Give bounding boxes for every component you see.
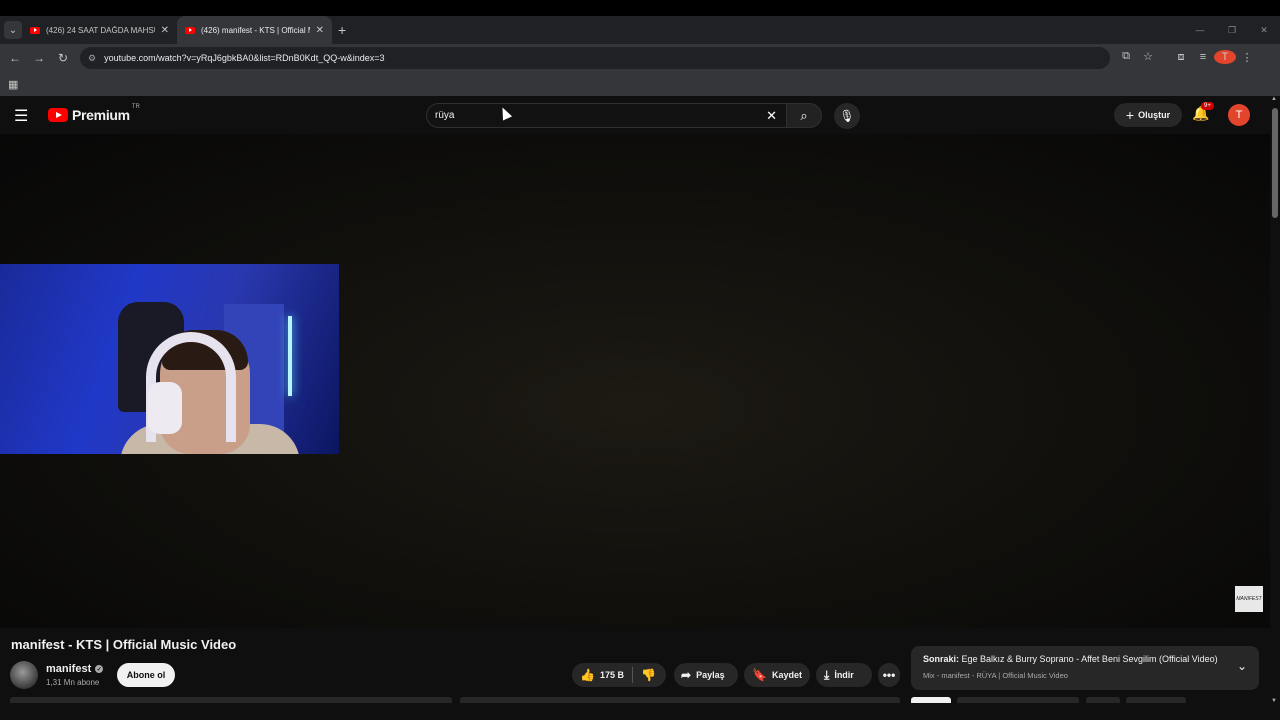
comments-box-edge <box>460 697 900 703</box>
up-next-title: Ege Balkız & Burry Soprano - Affet Beni … <box>961 654 1218 664</box>
share-label: Paylaş <box>696 670 725 680</box>
bookmark-icon: 🔖 <box>752 668 767 682</box>
youtube-favicon-icon <box>30 26 40 34</box>
page-scrollbar[interactable]: ▲ ▼ <box>1270 96 1280 720</box>
led-light-shape <box>288 316 292 396</box>
brand-text: Premium <box>72 107 130 123</box>
chip[interactable] <box>1126 697 1186 703</box>
tab-close-icon[interactable]: ✕ <box>316 25 324 36</box>
up-next-subtitle: Mix - manifest - RÜYA | Official Music V… <box>923 671 1068 680</box>
youtube-header: ☰ Premium TR rüya ✕ ⌕ 🎙 + Oluştur 🔔 9+ T <box>0 96 1270 134</box>
address-bar-row: ← → ↻ ⚙ youtube.com/watch?v=yRqJ6gbkBA0&… <box>0 44 1280 72</box>
like-dislike-group: 👍 175 B 👎 <box>572 663 666 687</box>
download-label: İndir <box>834 670 854 680</box>
scroll-down-icon[interactable]: ▼ <box>1271 698 1277 704</box>
headset-cup-shape <box>148 382 182 434</box>
browser-menu-icon[interactable]: ⋮ <box>1236 51 1258 64</box>
bottom-cut-off-row <box>0 697 1270 703</box>
tab-title: (426) manifest - KTS | Official Music Vi… <box>201 25 310 35</box>
search-button[interactable]: ⌕ <box>786 103 822 128</box>
share-arrow-icon: ➦ <box>681 668 692 682</box>
save-label: Kaydet <box>771 670 802 680</box>
browser-tab-2[interactable]: (426) manifest - KTS | Official Music Vi… <box>177 16 332 44</box>
region-code: TR <box>131 104 140 110</box>
browser-tab-1[interactable]: (426) 24 SAAT DAĞDA MAHSUR ✕ <box>22 16 177 44</box>
like-count[interactable]: 175 B <box>600 670 624 680</box>
create-button[interactable]: + Oluştur <box>1114 103 1182 127</box>
up-next-prefix: Sonraki: <box>923 654 960 664</box>
channel-watermark[interactable]: MANIFEST <box>1235 586 1263 612</box>
chevron-down-icon[interactable]: ⌄ <box>1237 659 1247 673</box>
save-button[interactable]: 🔖 Kaydet <box>744 663 810 687</box>
hamburger-menu-icon[interactable]: ☰ <box>14 106 28 126</box>
notifications-bell-icon[interactable]: 🔔 9+ <box>1192 102 1214 122</box>
chip-all[interactable] <box>911 697 951 703</box>
account-avatar[interactable]: T <box>1228 104 1250 126</box>
search-icon: ⌕ <box>800 107 808 123</box>
verified-check-icon: ✓ <box>95 665 104 673</box>
address-actions: ⧉ ☆ <box>1115 50 1159 63</box>
search-value: rüya <box>435 110 455 121</box>
browser-tab-bar: ⌄ (426) 24 SAAT DAĞDA MAHSUR ✕ (426) man… <box>0 16 1280 44</box>
back-icon[interactable]: ← <box>3 51 27 65</box>
reload-icon[interactable]: ↻ <box>51 51 75 65</box>
youtube-play-logo-icon <box>48 108 68 122</box>
new-tab-icon[interactable]: + <box>338 22 346 38</box>
create-label: Oluştur <box>1138 110 1171 120</box>
subscriber-count: 1,31 Mn abone <box>46 678 100 687</box>
search-input[interactable]: rüya ✕ <box>426 103 788 128</box>
scroll-up-icon[interactable]: ▲ <box>1271 96 1277 102</box>
channel-name-text: manifest <box>46 663 92 675</box>
install-app-icon[interactable]: ⧉ <box>1115 50 1137 63</box>
description-box-edge <box>10 697 452 703</box>
browser-toolbar-right: ⧈ ≡ T ⋮ <box>1170 50 1258 64</box>
tab-title: (426) 24 SAAT DAĞDA MAHSUR <box>46 25 155 35</box>
notification-badge: 9+ <box>1201 102 1214 110</box>
channel-name[interactable]: manifest ✓ <box>46 663 104 675</box>
microphone-icon: 🎙 <box>839 109 855 123</box>
tab-close-icon[interactable]: ✕ <box>161 25 169 36</box>
video-title: manifest - KTS | Official Music Video <box>11 637 237 652</box>
restore-icon[interactable]: ❐ <box>1216 25 1248 36</box>
window-controls: — ❐ ✕ <box>1184 16 1280 44</box>
download-button[interactable]: ⤓ İndir <box>816 663 872 687</box>
voice-search-button[interactable]: 🎙 <box>834 103 860 129</box>
url-text: youtube.com/watch?v=yRqJ6gbkBA0&list=RDn… <box>104 53 385 63</box>
clear-search-icon[interactable]: ✕ <box>766 108 777 124</box>
window-close-icon[interactable]: ✕ <box>1248 25 1280 36</box>
forward-icon[interactable]: → <box>27 51 51 65</box>
profile-avatar[interactable]: T <box>1214 50 1236 64</box>
top-black-strip <box>0 0 1280 16</box>
thumbs-down-icon[interactable]: 👎 <box>641 668 656 682</box>
media-controls-icon[interactable]: ≡ <box>1192 51 1214 63</box>
divider <box>631 667 633 683</box>
bookmark-star-icon[interactable]: ☆ <box>1137 50 1159 63</box>
extensions-icon[interactable]: ⧈ <box>1170 51 1192 64</box>
up-next-card[interactable]: Sonraki: Ege Balkız & Burry Soprano - Af… <box>911 646 1259 690</box>
share-button[interactable]: ➦ Paylaş <box>674 663 738 687</box>
more-actions-icon[interactable]: ••• <box>878 663 900 687</box>
video-player[interactable]: MANIFEST <box>0 134 1270 628</box>
site-info-icon[interactable]: ⚙ <box>88 53 96 64</box>
youtube-favicon-icon <box>185 26 195 34</box>
up-next-title-line: Sonraki: Ege Balkız & Burry Soprano - Af… <box>923 654 1218 664</box>
subscribe-button[interactable]: Abone ol <box>117 663 175 687</box>
channel-avatar[interactable] <box>10 661 38 689</box>
thumbs-up-icon[interactable]: 👍 <box>580 668 595 682</box>
plus-icon: + <box>1125 107 1135 123</box>
bookmarks-bar: ▦ <box>0 72 1280 96</box>
minimize-icon[interactable]: — <box>1184 25 1216 35</box>
chip[interactable] <box>957 697 1079 703</box>
webcam-overlay-image <box>0 264 339 454</box>
chip[interactable] <box>1086 697 1120 703</box>
tab-search-dropdown-icon[interactable]: ⌄ <box>4 21 22 39</box>
download-icon: ⤓ <box>824 667 830 682</box>
youtube-logo[interactable]: Premium TR <box>48 104 140 123</box>
apps-grid-icon[interactable]: ▦ <box>8 78 18 91</box>
address-bar[interactable]: ⚙ youtube.com/watch?v=yRqJ6gbkBA0&list=R… <box>80 47 1110 69</box>
scrollbar-thumb[interactable] <box>1272 108 1278 218</box>
